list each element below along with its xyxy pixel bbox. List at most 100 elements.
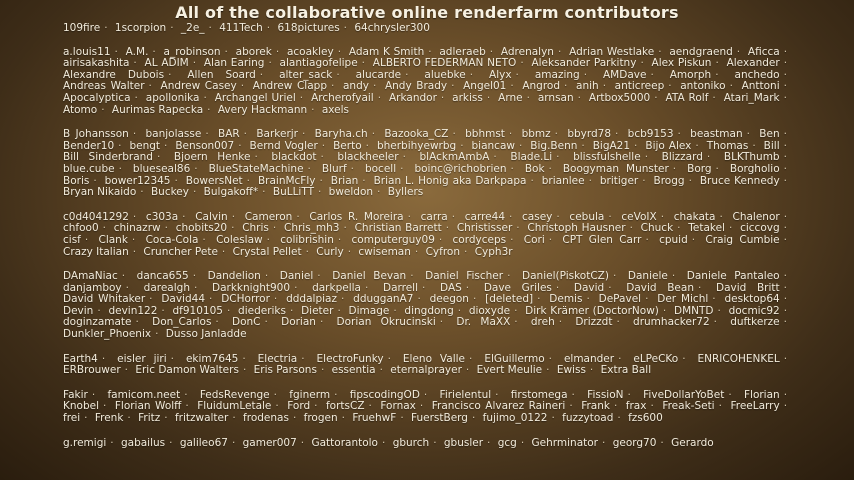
- contributor-name: Cyfron: [425, 245, 461, 258]
- contributor-name: FluidumLetale: [197, 400, 272, 413]
- contributor-names: Earth4 · eisler jiri · ekim7645 · Electria ·…: [63, 352, 791, 377]
- contributor-name: Dunkler_Phoenix: [63, 328, 152, 341]
- separator-dot: ·: [182, 210, 186, 223]
- separator-dot: ·: [419, 400, 424, 413]
- contributor-name: axels: [321, 103, 349, 116]
- separator-dot: ·: [164, 139, 168, 152]
- contributor-name: aborek: [235, 45, 272, 58]
- separator-dot: ·: [101, 352, 106, 365]
- contributor-name: DonC: [232, 316, 261, 329]
- separator-dot: ·: [668, 80, 672, 93]
- contributor-name: georg70: [612, 436, 657, 449]
- contributor-name: britiger: [599, 174, 639, 187]
- contributor-name: Allen Soard: [187, 68, 256, 81]
- contributor-name: gburch: [392, 436, 430, 449]
- contributor-name: Buckey: [150, 186, 189, 199]
- contributor-name: Ewiss: [556, 364, 586, 377]
- contributor-name: Christoph Hausner: [527, 222, 626, 235]
- separator-dot: ·: [121, 270, 126, 283]
- contributor-group-d: DAmaNiac · danca655 · Dandelion · Daniel · D…: [63, 270, 791, 341]
- contributor-name: Alex Piskun: [651, 57, 712, 70]
- separator-dot: ·: [319, 316, 324, 329]
- separator-dot: ·: [319, 174, 323, 187]
- separator-dot: ·: [272, 222, 277, 235]
- contributor-name: Byllers: [387, 186, 424, 199]
- contributor-name: Dusso Janladde: [165, 328, 247, 341]
- separator-dot: ·: [203, 91, 207, 104]
- separator-dot: ·: [691, 233, 696, 246]
- separator-dot: ·: [439, 316, 444, 329]
- contributor-name: Florian: [743, 388, 780, 401]
- separator-dot: ·: [634, 139, 638, 152]
- contributor-name: darkpella: [312, 281, 361, 294]
- contributor-name: Atari_Mark: [723, 91, 780, 104]
- separator-dot: ·: [555, 281, 560, 294]
- separator-dot: ·: [472, 293, 477, 306]
- contributor-name: brianlee: [541, 174, 585, 187]
- contributor-name: Dr. MaXX: [456, 316, 511, 329]
- separator-dot: ·: [262, 186, 266, 199]
- contributor-name: David Britt: [716, 281, 780, 294]
- separator-dot: ·: [612, 270, 617, 283]
- contributor-name: fzs600: [628, 412, 663, 425]
- separator-dot: ·: [301, 352, 305, 365]
- contributor-name: ElGuillermo: [484, 352, 545, 365]
- contributor-name: bengt: [129, 139, 160, 152]
- separator-dot: ·: [317, 270, 321, 283]
- separator-dot: ·: [428, 45, 432, 58]
- contributor-name: cpuid: [659, 233, 688, 246]
- separator-dot: ·: [644, 151, 649, 164]
- contributor-name: cordyceps: [452, 233, 507, 246]
- contributor-name: cebula: [569, 210, 605, 223]
- separator-dot: ·: [400, 412, 404, 425]
- separator-dot: ·: [783, 139, 787, 152]
- separator-dot: ·: [613, 400, 618, 413]
- separator-dot: ·: [495, 388, 499, 401]
- separator-dot: ·: [387, 352, 391, 365]
- separator-dot: ·: [510, 233, 514, 246]
- contributor-name: Freak-Seti: [662, 400, 715, 413]
- separator-dot: ·: [551, 412, 555, 425]
- separator-dot: ·: [577, 91, 581, 104]
- separator-dot: ·: [402, 151, 406, 164]
- separator-dot: ·: [783, 304, 788, 317]
- contributor-name: Tetakel: [688, 222, 725, 235]
- separator-dot: ·: [174, 174, 178, 187]
- separator-dot: ·: [654, 91, 658, 104]
- contributor-name: Devin: [63, 304, 94, 317]
- contributor-name: Daniel: [279, 270, 314, 283]
- contributor-name: BigA21: [592, 139, 631, 152]
- contributor-name: g.remigi: [63, 436, 107, 449]
- separator-dot: ·: [697, 281, 702, 294]
- contributor-name: DAS: [440, 281, 462, 294]
- separator-dot: ·: [132, 210, 137, 223]
- contributor-name: BuLLiTT: [272, 186, 314, 199]
- separator-dot: ·: [184, 388, 188, 401]
- separator-dot: ·: [331, 80, 335, 93]
- contributor-name: chakata: [673, 210, 716, 223]
- separator-dot: ·: [192, 270, 197, 283]
- contributor-name: FuerstBerg: [411, 412, 468, 425]
- contributor-name: apollonika: [145, 91, 200, 104]
- contributor-name: computerguy09: [351, 233, 435, 246]
- contributor-name: Blurf: [321, 162, 347, 175]
- contributor-name: Apocalyptica: [63, 91, 131, 104]
- separator-dot: ·: [208, 22, 212, 34]
- separator-dot: ·: [556, 151, 560, 164]
- contributor-name: Florian Wolff: [114, 400, 182, 413]
- contributor-name: anticreep: [614, 80, 665, 93]
- separator-dot: ·: [537, 293, 541, 306]
- contributor-group-f: Fakir · famicom.neet · FedsRevenge · fginer…: [63, 388, 791, 425]
- contributor-name: c0d4041292: [63, 210, 129, 223]
- contributor-name: biancaw: [471, 139, 515, 152]
- contributor-name: frogen: [303, 412, 338, 425]
- contributor-name: Carlos R. Moreira: [309, 210, 404, 223]
- contributor-name: antoniko: [680, 80, 726, 93]
- contributor-name: Knobel: [63, 400, 100, 413]
- contributor-name: Calvin: [195, 210, 228, 223]
- contributor-name: Evert Meulie: [476, 364, 543, 377]
- contributor-name: Dorian Okrucinski: [336, 316, 436, 329]
- contributor-name: Archerofyail: [311, 91, 374, 104]
- separator-dot: ·: [433, 436, 437, 449]
- contributor-name: galileo67: [179, 436, 228, 449]
